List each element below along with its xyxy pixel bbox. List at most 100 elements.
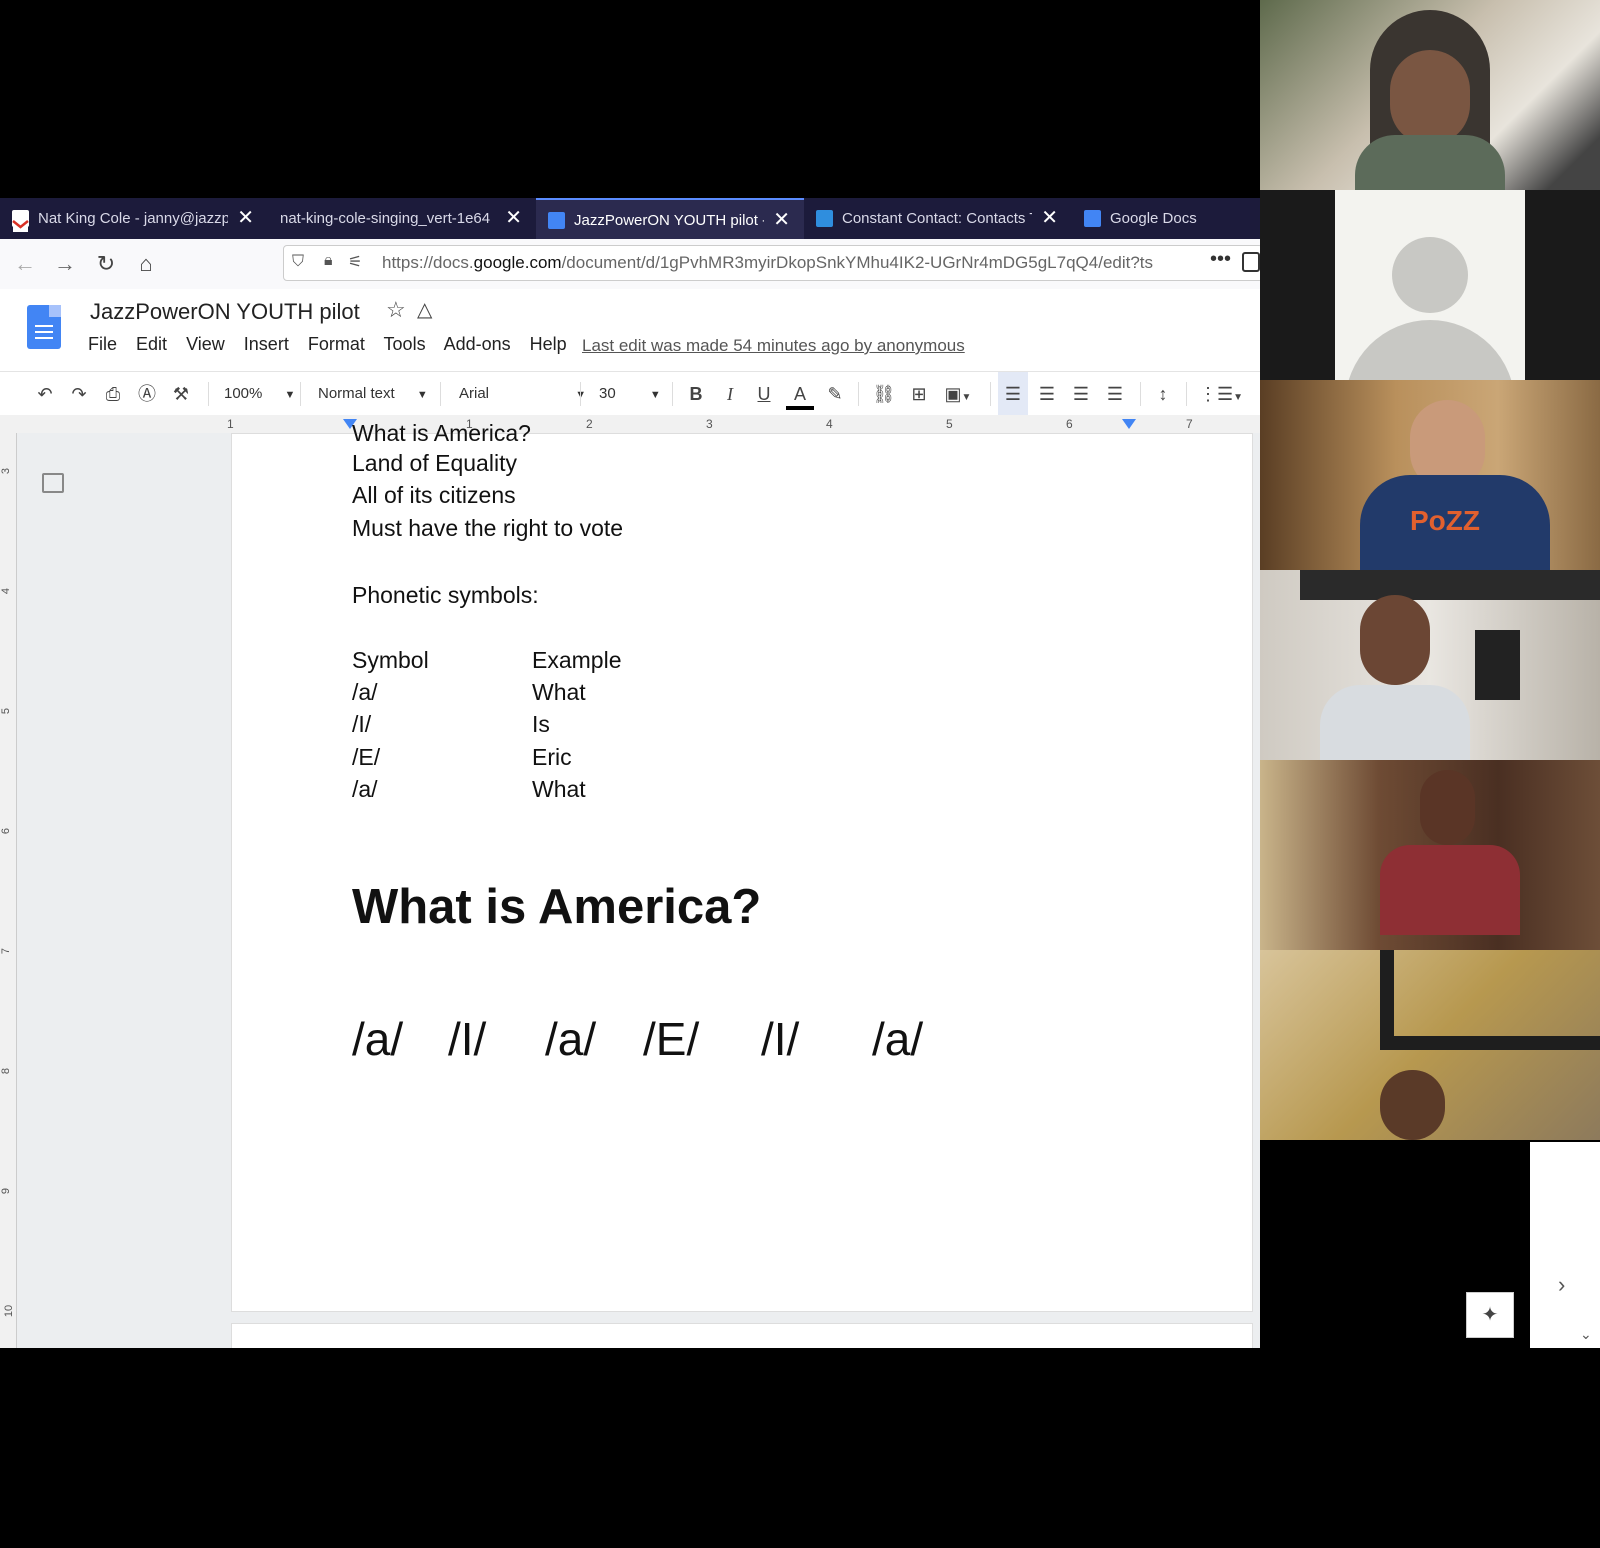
- ruler-number: 7: [1186, 417, 1193, 431]
- back-icon[interactable]: ←: [10, 249, 40, 279]
- menu-edit[interactable]: Edit: [136, 334, 167, 354]
- right-indent-marker[interactable]: [1122, 419, 1136, 431]
- italic-icon[interactable]: I: [718, 372, 742, 416]
- menu-insert[interactable]: Insert: [244, 334, 289, 354]
- ruler-number: 1: [227, 417, 234, 431]
- zoom-select[interactable]: 100% ▼: [224, 372, 295, 417]
- close-icon[interactable]: ✕: [1041, 198, 1058, 239]
- align-center-icon[interactable]: ☰: [1032, 372, 1062, 416]
- lock-icon: 🔒︎: [324, 252, 333, 269]
- tab-google-docs[interactable]: Google Docs: [1072, 198, 1260, 239]
- explore-icon[interactable]: ✦: [1466, 1292, 1514, 1338]
- participant-video-6[interactable]: [1260, 950, 1600, 1140]
- url-prefix: https://docs.: [382, 253, 474, 272]
- avatar-background: [1335, 190, 1525, 380]
- numbered-list-icon[interactable]: ⋮☰▼: [1196, 372, 1246, 420]
- menu-format[interactable]: Format: [308, 334, 365, 354]
- add-comment-icon[interactable]: ⊞: [906, 372, 932, 416]
- browser-window: Nat King Cole - janny@jazzp ✕ nat-king-c…: [0, 198, 1260, 1348]
- drive-move-icon[interactable]: △: [417, 297, 432, 322]
- menu-tools[interactable]: Tools: [384, 334, 426, 354]
- close-icon[interactable]: ✕: [505, 198, 522, 239]
- align-right-icon[interactable]: ☰: [1066, 372, 1096, 416]
- home-icon[interactable]: ⌂: [131, 249, 161, 279]
- table-row: /a/ What: [352, 679, 586, 706]
- line-spacing-icon[interactable]: ↕: [1148, 372, 1178, 416]
- tab-gmail[interactable]: Nat King Cole - janny@jazzp ✕: [0, 198, 268, 239]
- tab-image[interactable]: nat-king-cole-singing_vert-1e64 ✕: [268, 198, 536, 239]
- close-icon[interactable]: ✕: [773, 200, 790, 239]
- participant-video-4[interactable]: [1260, 570, 1600, 760]
- horizontal-ruler[interactable]: 1 1 2 3 4 5 6 7: [0, 415, 1260, 434]
- vertical-ruler[interactable]: 3 4 5 6 7 8 9 10: [0, 433, 17, 1348]
- example-header: Example: [532, 647, 622, 673]
- person-head: [1420, 770, 1475, 845]
- redo-icon[interactable]: ↷: [66, 372, 92, 416]
- undo-icon[interactable]: ↶: [32, 372, 58, 416]
- chevron-down-icon: ▼: [649, 389, 661, 401]
- person-head: [1360, 595, 1430, 685]
- shirt-logo: PoZZ: [1410, 505, 1480, 536]
- last-edit-link[interactable]: Last edit was made 54 minutes ago by ano…: [582, 336, 965, 356]
- navigation-bar: ← → ↻ ⌂ ⛉ 🔒︎ ⚟ https://docs.google.com/d…: [0, 239, 1260, 290]
- menu-addons[interactable]: Add-ons: [444, 334, 511, 354]
- justify-icon[interactable]: ☰: [1100, 372, 1130, 416]
- style-select[interactable]: Normal text ▼: [318, 372, 428, 417]
- underline-icon[interactable]: U: [752, 372, 776, 416]
- link-icon[interactable]: ⛓: [870, 372, 898, 416]
- symbol-cell: /a/: [352, 679, 378, 705]
- reload-icon[interactable]: ↻: [91, 249, 121, 279]
- style-value: Normal text: [318, 385, 395, 402]
- pocket-icon[interactable]: [1242, 252, 1260, 272]
- example-cell: What: [532, 679, 586, 705]
- highlight-icon[interactable]: ✎: [822, 372, 848, 416]
- table-header-row: Symbol Example: [352, 647, 621, 674]
- participant-video-1[interactable]: [1260, 0, 1600, 190]
- participant-video-5[interactable]: [1260, 760, 1600, 950]
- menu-view[interactable]: View: [186, 334, 225, 354]
- mirror-frame: [1380, 950, 1600, 1050]
- url-bar[interactable]: ⛉ 🔒︎ ⚟ https://docs.google.com/document/…: [283, 245, 1260, 281]
- star-icon[interactable]: ☆: [386, 297, 406, 323]
- print-icon[interactable]: ⎙: [100, 372, 126, 416]
- ruler-number: 2: [586, 417, 593, 431]
- chevron-down-icon[interactable]: ⌄: [1580, 1326, 1592, 1343]
- font-size-select[interactable]: 30 ▼: [599, 372, 661, 417]
- document-outline-icon[interactable]: [42, 473, 64, 493]
- participant-video-2[interactable]: [1260, 190, 1600, 380]
- font-select[interactable]: Arial ▼: [459, 372, 586, 417]
- constant-contact-icon: [816, 210, 833, 227]
- symbol-header: Symbol: [352, 647, 429, 673]
- ruler-number: 8: [0, 1067, 13, 1075]
- side-panel: › ✦ ⌄: [1466, 1142, 1600, 1348]
- person-head: [1380, 1070, 1445, 1140]
- ruler-number: 7: [0, 947, 13, 955]
- bold-icon[interactable]: B: [684, 372, 708, 416]
- insert-image-icon[interactable]: ▣▼: [940, 372, 976, 420]
- tab-label: Constant Contact: Contacts T: [842, 210, 1032, 227]
- spellcheck-icon[interactable]: Ⓐ: [134, 372, 160, 416]
- document-page[interactable]: What is America? Land of Equality All of…: [231, 420, 1253, 1312]
- chevron-down-icon: ▼: [284, 389, 296, 401]
- more-icon[interactable]: •••: [1210, 248, 1231, 271]
- document-title[interactable]: JazzPowerON YOUTH pilot: [90, 299, 360, 325]
- forward-icon[interactable]: →: [50, 249, 80, 279]
- tab-docs-active[interactable]: JazzPowerON YOUTH pilot - ✕: [536, 198, 804, 239]
- participant-video-3[interactable]: PoZZ: [1260, 380, 1600, 570]
- close-icon[interactable]: ✕: [237, 198, 254, 239]
- ruler-number: 4: [0, 587, 13, 595]
- align-left-icon[interactable]: ☰: [998, 372, 1028, 416]
- symbol-cell: /E/: [352, 744, 381, 770]
- tab-constant-contact[interactable]: Constant Contact: Contacts T ✕: [804, 198, 1072, 239]
- docs-logo-icon[interactable]: [27, 305, 61, 349]
- tab-label: nat-king-cole-singing_vert-1e64: [280, 210, 491, 227]
- speaker-shape: [1475, 630, 1520, 700]
- menu-file[interactable]: File: [88, 334, 117, 354]
- next-page[interactable]: [231, 1323, 1253, 1348]
- docs-icon: [1084, 210, 1101, 227]
- text-color-icon[interactable]: A: [786, 372, 814, 416]
- permissions-icon: ⚟: [348, 254, 363, 271]
- chevron-right-icon[interactable]: ›: [1558, 1272, 1565, 1298]
- paint-format-icon[interactable]: ⚒: [168, 372, 194, 416]
- menu-help[interactable]: Help: [530, 334, 567, 354]
